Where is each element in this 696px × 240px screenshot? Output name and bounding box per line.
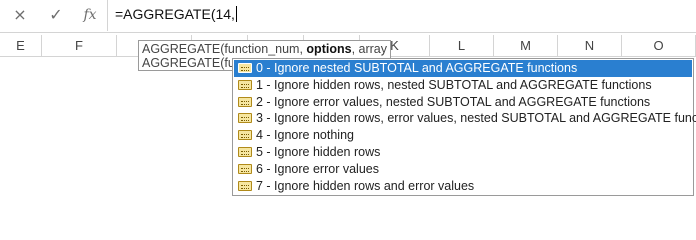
constant-value-icon xyxy=(238,63,252,73)
cancel-icon[interactable]: × xyxy=(8,3,32,27)
insert-function-icon[interactable]: fx xyxy=(78,3,102,27)
text-caret xyxy=(235,6,237,22)
column-header-m[interactable]: M xyxy=(494,35,558,56)
enter-check-icon[interactable]: ✓ xyxy=(44,3,68,27)
constant-value-icon xyxy=(238,113,252,124)
constant-value-icon xyxy=(238,96,252,107)
list-item-option-1[interactable]: 1 - Ignore hidden rows, nested SUBTOTAL … xyxy=(234,77,692,94)
list-item-option-4[interactable]: 4 - Ignore nothing xyxy=(234,127,692,144)
list-item-label: 3 - Ignore hidden rows, error values, ne… xyxy=(256,111,696,126)
list-item-label: 1 - Ignore hidden rows, nested SUBTOTAL … xyxy=(256,77,652,92)
list-item-label: 5 - Ignore hidden rows xyxy=(256,144,381,159)
tooltip-syntax-suffix: , array, [k]) xyxy=(351,42,387,56)
list-item-option-7[interactable]: 7 - Ignore hidden rows and error values xyxy=(234,178,692,195)
column-header-f[interactable]: F xyxy=(42,35,117,56)
column-header-e[interactable]: E xyxy=(0,35,42,56)
list-item-option-3[interactable]: 3 - Ignore hidden rows, error values, ne… xyxy=(234,110,696,127)
list-item-label: 6 - Ignore error values xyxy=(256,161,379,176)
list-item-label: 7 - Ignore hidden rows and error values xyxy=(256,178,475,193)
column-header-l[interactable]: L xyxy=(430,35,494,56)
constant-value-icon xyxy=(238,130,252,141)
list-item-option-5[interactable]: 5 - Ignore hidden rows xyxy=(234,144,692,161)
tooltip-syntax-prefix[interactable]: AGGREGATE(function_num, xyxy=(142,42,306,56)
formula-bar: × ✓ fx =AGGREGATE(14, xyxy=(0,0,696,33)
list-item-label: 4 - Ignore nothing xyxy=(256,128,354,143)
list-item-label: 2 - Ignore error values, nested SUBTOTAL… xyxy=(256,94,651,109)
constant-value-icon xyxy=(238,163,252,174)
constant-value-icon xyxy=(238,146,252,157)
options-autocomplete-list[interactable]: 0 - Ignore nested SUBTOTAL and AGGREGATE… xyxy=(232,58,696,196)
formula-bar-buttons: × ✓ fx xyxy=(0,0,108,31)
list-item-option-6[interactable]: 6 - Ignore error values xyxy=(234,161,692,178)
column-header-o[interactable]: O xyxy=(622,35,696,56)
column-header-n[interactable]: N xyxy=(558,35,622,56)
list-item-option-2[interactable]: 2 - Ignore error values, nested SUBTOTAL… xyxy=(234,94,692,111)
constant-value-icon xyxy=(238,79,252,90)
formula-text: =AGGREGATE(14, xyxy=(115,6,235,22)
list-item-label: 0 - Ignore nested SUBTOTAL and AGGREGATE… xyxy=(256,61,578,75)
tooltip-line-1: AGGREGATE(function_num, options, array, … xyxy=(142,42,387,56)
constant-value-icon xyxy=(238,180,252,191)
formula-input[interactable]: =AGGREGATE(14, xyxy=(115,6,237,22)
list-item-option-0[interactable]: 0 - Ignore nested SUBTOTAL and AGGREGATE… xyxy=(234,60,692,77)
tooltip-current-argument[interactable]: options xyxy=(306,42,351,56)
